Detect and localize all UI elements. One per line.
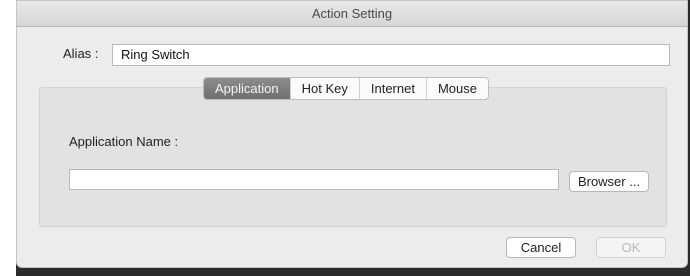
tab-mouse[interactable]: Mouse	[425, 78, 488, 99]
tab-application[interactable]: Application	[204, 78, 290, 99]
tab-internet[interactable]: Internet	[358, 78, 426, 99]
alias-input[interactable]: Ring Switch	[112, 44, 670, 66]
cancel-button[interactable]: Cancel	[506, 237, 576, 258]
application-name-input[interactable]	[69, 169, 559, 190]
browser-button[interactable]: Browser ...	[569, 171, 649, 192]
application-name-label: Application Name :	[69, 134, 179, 149]
action-setting-dialog: Action Setting Alias : Ring Switch Appli…	[16, 0, 688, 268]
action-panel	[39, 87, 667, 227]
action-type-tabs: Application Hot Key Internet Mouse	[203, 77, 489, 100]
alias-label: Alias :	[63, 46, 99, 61]
tab-hot-key[interactable]: Hot Key	[289, 78, 359, 99]
window-title: Action Setting	[17, 1, 687, 27]
ok-button[interactable]: OK	[596, 237, 666, 258]
